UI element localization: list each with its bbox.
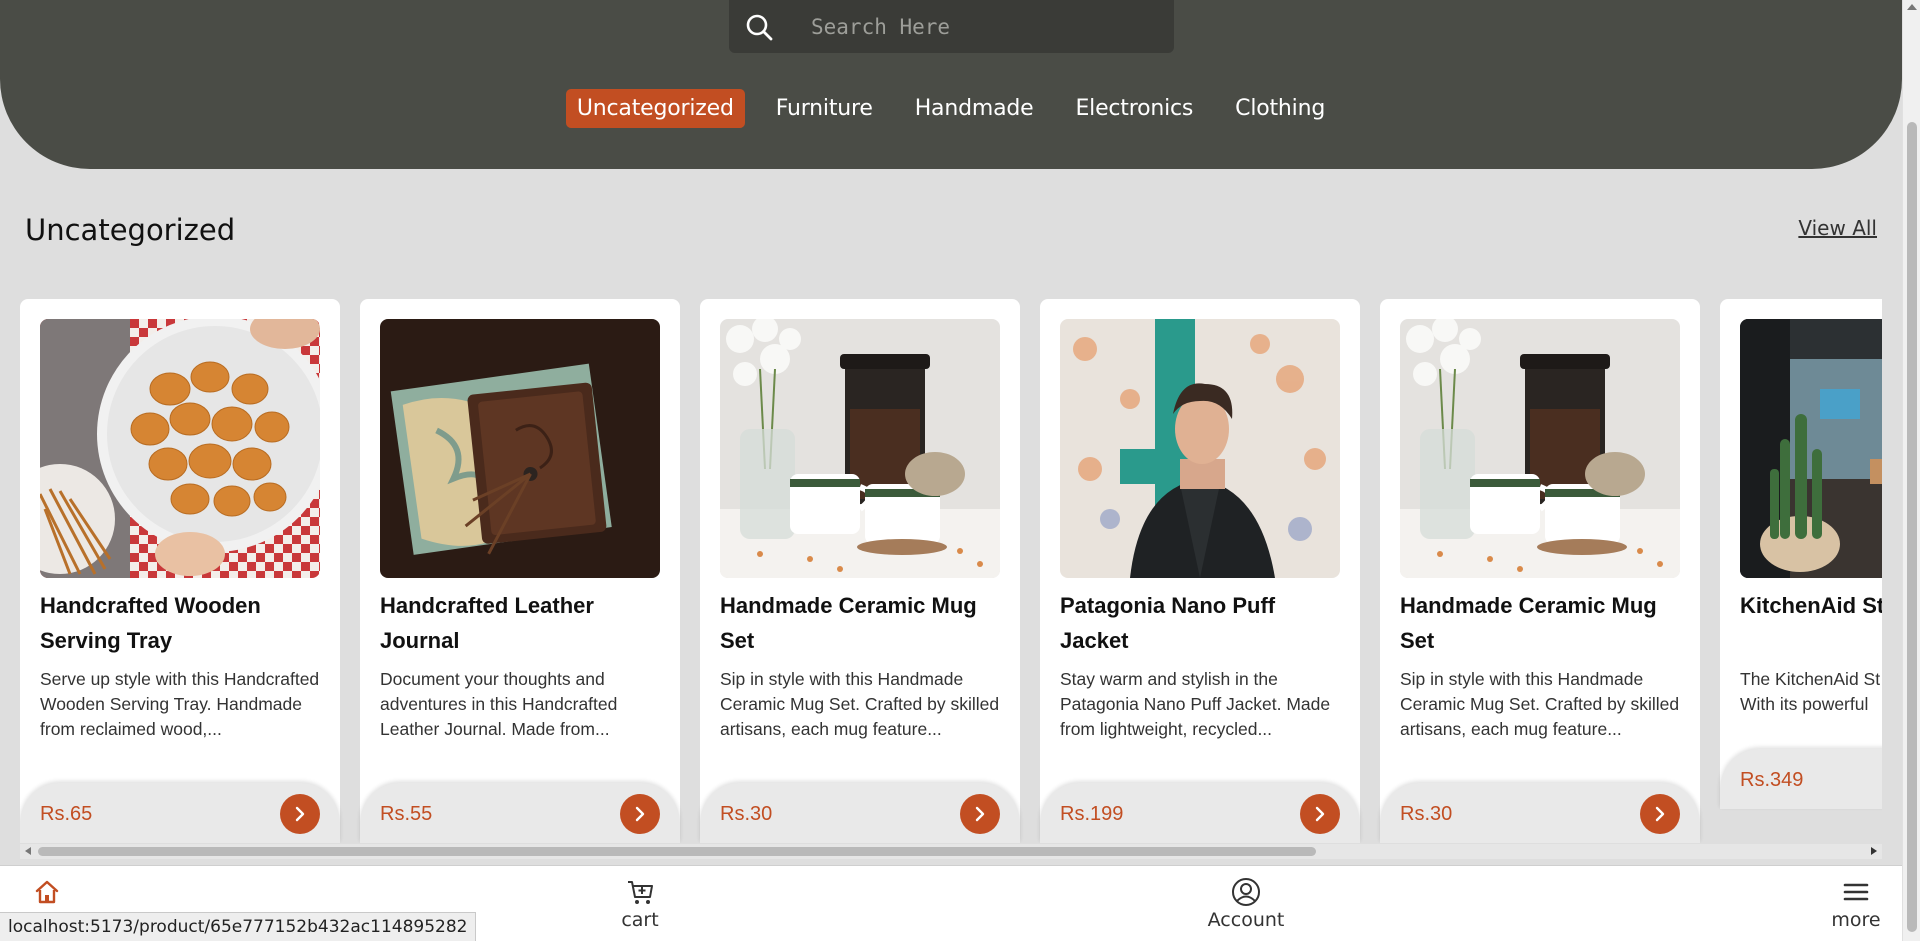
nav-more[interactable]: more (1806, 876, 1906, 931)
product-track: Handcrafted Wooden Serving Tray Serve up… (20, 299, 1882, 843)
product-card[interactable]: Handmade Ceramic Mug Set Sip in style wi… (700, 299, 1020, 843)
product-price: Rs.65 (40, 803, 93, 825)
home-icon[interactable] (0, 876, 97, 908)
cart-icon[interactable] (590, 876, 690, 908)
scroll-left-arrow[interactable] (25, 847, 31, 855)
product-title[interactable]: Handmade Ceramic Mug Set (1400, 588, 1685, 658)
nav-more-label: more (1831, 909, 1881, 931)
carousel-scrollbar[interactable] (20, 844, 1882, 859)
status-url: localhost:5173/product/65e777152b432ac11… (0, 912, 477, 941)
product-title[interactable]: Patagonia Nano Puff Jacket (1060, 588, 1345, 658)
product-card[interactable]: KitchenAid St The KitchenAid St must-hav… (1720, 299, 1882, 809)
product-price: Rs.30 (720, 803, 773, 825)
tab-electronics[interactable]: Electronics (1064, 89, 1204, 128)
product-description: Document your thoughts and adventures in… (380, 669, 618, 739)
page-scrollbar-thumb[interactable] (1907, 122, 1917, 932)
search-input[interactable] (789, 13, 1149, 40)
search-bar[interactable] (729, 0, 1174, 53)
product-description: The KitchenAid St must-have for any With… (1740, 669, 1882, 714)
search-icon[interactable] (729, 12, 789, 42)
product-footer: Rs.65 (20, 783, 340, 843)
product-footer: Rs.30 (1380, 783, 1700, 843)
product-card[interactable]: Handcrafted Leather Journal Document you… (360, 299, 680, 843)
product-title[interactable]: Handcrafted Wooden Serving Tray (40, 588, 325, 658)
nav-cart[interactable]: cart (590, 876, 690, 931)
chevron-right-icon[interactable] (960, 794, 1000, 834)
product-card[interactable]: Handmade Ceramic Mug Set Sip in style wi… (1380, 299, 1700, 843)
product-card[interactable]: Patagonia Nano Puff Jacket Stay warm and… (1040, 299, 1360, 843)
scroll-right-arrow[interactable] (1871, 847, 1877, 855)
hero-header: Uncategorized Furniture Handmade Electro… (0, 0, 1902, 169)
product-description: Sip in style with this Handmade Ceramic … (720, 669, 1000, 739)
page-scrollbar[interactable] (1902, 0, 1920, 941)
product-image[interactable] (720, 319, 1000, 578)
product-card[interactable]: Handcrafted Wooden Serving Tray Serve up… (20, 299, 340, 843)
product-footer: Rs.55 (360, 783, 680, 843)
product-description: Serve up style with this Handcrafted Woo… (40, 669, 320, 739)
product-title[interactable]: Handmade Ceramic Mug Set (720, 588, 1005, 658)
product-image[interactable] (1740, 319, 1882, 578)
product-carousel[interactable]: Handcrafted Wooden Serving Tray Serve up… (20, 299, 1882, 843)
product-footer: Rs.30 (700, 783, 1020, 843)
scroll-up-arrow[interactable] (1907, 4, 1917, 10)
tab-handmade[interactable]: Handmade (904, 89, 1045, 128)
product-image[interactable] (380, 319, 660, 578)
tab-clothing[interactable]: Clothing (1224, 89, 1336, 128)
product-price: Rs.55 (380, 803, 433, 825)
product-title[interactable]: Handcrafted Leather Journal (380, 588, 665, 658)
nav-cart-label: cart (621, 909, 659, 931)
menu-icon[interactable] (1806, 876, 1906, 908)
scrollbar-thumb[interactable] (38, 847, 1316, 856)
product-image[interactable] (40, 319, 320, 578)
nav-home[interactable] (0, 876, 97, 908)
product-description: Stay warm and stylish in the Patagonia N… (1060, 669, 1331, 739)
product-footer: Rs.199 (1040, 783, 1360, 843)
product-description: Sip in style with this Handmade Ceramic … (1400, 669, 1680, 739)
product-price: Rs.30 (1400, 803, 1453, 825)
view-all-link[interactable]: View All (1798, 216, 1877, 240)
product-footer: Rs.349 (1720, 749, 1882, 809)
product-image[interactable] (1060, 319, 1340, 578)
page: Uncategorized Furniture Handmade Electro… (0, 0, 1920, 941)
product-price: Rs.349 (1740, 769, 1804, 791)
chevron-right-icon[interactable] (620, 794, 660, 834)
product-title[interactable]: KitchenAid St (1740, 588, 1882, 623)
tab-furniture[interactable]: Furniture (765, 89, 884, 128)
product-price: Rs.199 (1060, 803, 1124, 825)
chevron-right-icon[interactable] (280, 794, 320, 834)
chevron-right-icon[interactable] (1640, 794, 1680, 834)
category-tabs: Uncategorized Furniture Handmade Electro… (0, 89, 1902, 128)
section-title: Uncategorized (25, 213, 236, 247)
nav-account[interactable]: Account (1196, 876, 1296, 931)
chevron-right-icon[interactable] (1300, 794, 1340, 834)
account-icon[interactable] (1196, 876, 1296, 908)
product-image[interactable] (1400, 319, 1680, 578)
tab-uncategorized[interactable]: Uncategorized (565, 89, 745, 128)
nav-account-label: Account (1207, 909, 1285, 931)
